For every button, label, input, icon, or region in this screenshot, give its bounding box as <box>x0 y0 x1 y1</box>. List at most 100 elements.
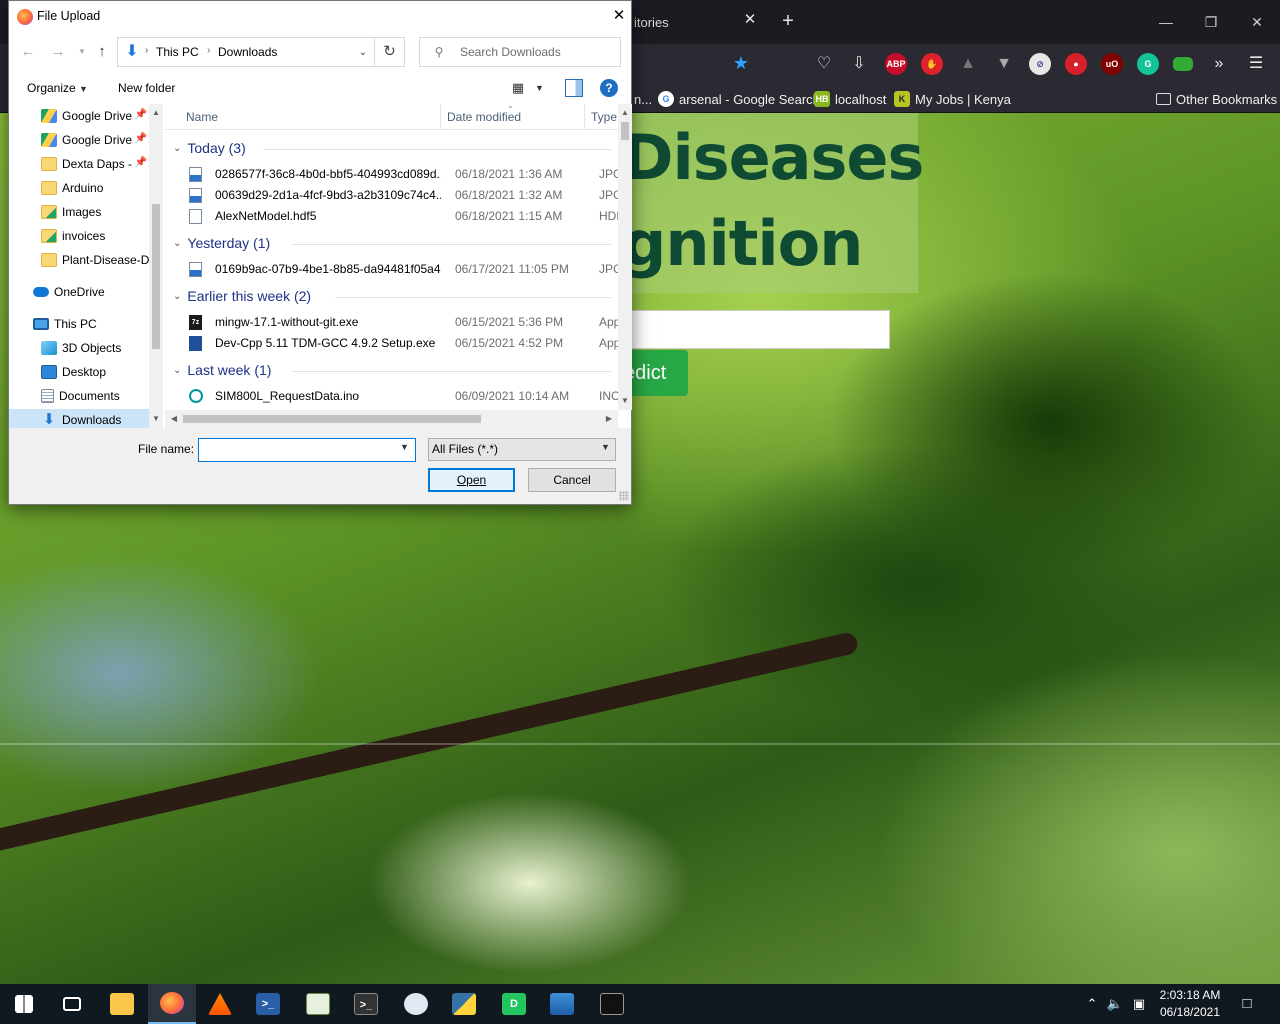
minimize-icon[interactable]: — <box>1152 8 1180 36</box>
chevron-down-icon[interactable]: ▼ <box>400 442 409 452</box>
nav-scrollbar[interactable]: ▲ ▼ <box>149 104 163 428</box>
address-bar[interactable]: ⬇ › This PC › Downloads ⌄ <box>117 37 375 67</box>
scroll-up-icon[interactable]: ▲ <box>618 106 632 120</box>
file-list-horizontal-scrollbar[interactable]: ◀ ▶ <box>165 410 618 428</box>
tray-overflow-icon[interactable]: ⌃ <box>1082 994 1102 1014</box>
extension-icon[interactable]: ▲ <box>957 53 979 75</box>
forward-arrow-icon[interactable]: → <box>47 41 69 63</box>
breadcrumb-downloads[interactable]: Downloads <box>218 45 277 59</box>
taskbar-firefox[interactable] <box>148 984 196 1024</box>
scroll-down-icon[interactable]: ▼ <box>618 394 632 408</box>
group-header-earlier-this-week[interactable]: ⌄ Earlier this week (2) <box>173 286 311 306</box>
network-icon[interactable]: ▣ <box>1129 994 1149 1014</box>
nav-scroll-thumb[interactable] <box>152 204 160 349</box>
tab-close-icon[interactable]: ✕ <box>740 10 760 30</box>
more-tools-icon[interactable]: » <box>1208 53 1230 75</box>
file-row[interactable]: 00639d29-2d1a-4fcf-9bd3-a2b3109c74c4... 0… <box>187 185 618 206</box>
nav-item-invoices[interactable]: invoices <box>9 225 149 247</box>
volume-icon[interactable]: 🔈 <box>1105 994 1125 1014</box>
vertical-scroll-thumb[interactable] <box>621 122 629 140</box>
group-header-today[interactable]: ⌄ Today (3) <box>173 138 246 158</box>
column-type[interactable]: Type <box>591 110 617 124</box>
taskbar-notepad[interactable] <box>294 984 342 1024</box>
scroll-down-icon[interactable]: ▼ <box>149 412 163 426</box>
taskbar-photos[interactable] <box>538 984 586 1024</box>
bookmark-localhost[interactable]: HB localhost <box>814 89 886 109</box>
nav-item-google-drive-2[interactable]: Google Drive 📌 <box>9 129 149 151</box>
file-row[interactable]: SIM800L_RequestData.ino 06/09/2021 10:14 … <box>187 386 618 407</box>
system-clock[interactable]: 2:03:18 AM 06/18/2021 <box>1150 987 1230 1021</box>
taskbar-vlc[interactable] <box>196 984 244 1024</box>
bookmark-partial[interactable]: n... <box>634 89 652 109</box>
taskbar-python[interactable] <box>440 984 488 1024</box>
new-folder-button[interactable]: New folder <box>118 81 175 95</box>
chevron-down-icon[interactable]: ▼ <box>535 79 547 97</box>
back-arrow-icon[interactable]: ← <box>17 41 39 63</box>
task-view-button[interactable] <box>48 984 96 1024</box>
file-input[interactable] <box>622 310 890 349</box>
column-divider[interactable] <box>440 104 441 130</box>
file-row[interactable]: 0169b9ac-07b9-4be1-8b85-da94481f05a4... 0… <box>187 259 618 280</box>
scroll-right-icon[interactable]: ▶ <box>602 412 616 426</box>
menu-icon[interactable]: ☰ <box>1245 53 1267 75</box>
nav-item-plant-disease[interactable]: Plant-Disease-De <box>9 249 149 271</box>
taskbar-file-explorer[interactable] <box>98 984 146 1024</box>
scroll-up-icon[interactable]: ▲ <box>149 106 163 120</box>
block-icon[interactable]: ⊘ <box>1029 53 1051 75</box>
bookmark-my-jobs[interactable]: K My Jobs | Kenya <box>894 89 1011 109</box>
taskbar-datagrip[interactable]: D <box>490 984 538 1024</box>
nav-item-onedrive[interactable]: OneDrive <box>9 281 149 303</box>
nav-item-3d-objects[interactable]: 3D Objects <box>9 337 149 359</box>
horizontal-scroll-thumb[interactable] <box>183 415 481 423</box>
preview-pane-icon[interactable] <box>565 79 583 97</box>
cancel-button[interactable]: Cancel <box>528 468 616 492</box>
search-input[interactable]: ⚲ Search Downloads <box>419 37 621 67</box>
nav-item-dexta-daps[interactable]: Dexta Daps - 📌 <box>9 153 149 175</box>
recent-locations-icon[interactable]: ▼ <box>71 41 93 63</box>
close-window-icon[interactable]: ✕ <box>1243 8 1271 36</box>
file-row[interactable]: Dev-Cpp 5.11 TDM-GCC 4.9.2 Setup.exe 06/1… <box>187 333 618 354</box>
nav-item-desktop[interactable]: Desktop <box>9 361 149 383</box>
organize-button[interactable]: Organize <box>27 81 76 95</box>
up-arrow-icon[interactable]: ↑ <box>91 41 113 63</box>
other-bookmarks[interactable]: Other Bookmarks <box>1156 89 1277 109</box>
chevron-down-icon[interactable]: ▼ <box>79 81 88 97</box>
shield-icon[interactable]: ▼ <box>993 53 1015 75</box>
file-list-vertical-scrollbar[interactable]: ▲ ▼ <box>618 104 632 410</box>
lock-icon[interactable]: ● <box>1065 53 1087 75</box>
nav-item-google-drive[interactable]: Google Drive 📌 <box>9 105 149 127</box>
notifications-icon[interactable]: □ <box>1237 994 1257 1014</box>
column-divider[interactable] <box>584 104 585 130</box>
scroll-left-icon[interactable]: ◀ <box>167 412 181 426</box>
bookmark-star-icon[interactable]: ★ <box>731 53 751 73</box>
ublock-icon[interactable]: uO <box>1101 53 1123 75</box>
file-row[interactable]: 0286577f-36c8-4b0d-bbf5-404993cd089d... 0… <box>187 164 618 185</box>
file-name-field[interactable] <box>198 438 416 462</box>
taskbar-cmd[interactable] <box>588 984 636 1024</box>
toggle-extension-icon[interactable] <box>1173 57 1193 71</box>
chevron-down-icon[interactable]: ▼ <box>601 442 610 452</box>
grammarly-icon[interactable]: G <box>1137 53 1159 75</box>
taskbar-powershell[interactable]: >_ <box>244 984 292 1024</box>
downloads-icon[interactable]: ⇩ <box>848 53 870 75</box>
stop-hand-icon[interactable]: ✋ <box>921 53 943 75</box>
group-header-yesterday[interactable]: ⌄ Yesterday (1) <box>173 233 270 253</box>
group-header-last-week[interactable]: ⌄ Last week (1) <box>173 360 271 380</box>
file-row[interactable]: 7z mingw-17.1-without-git.exe 06/15/2021 5… <box>187 312 618 333</box>
nav-item-images[interactable]: Images <box>9 201 149 223</box>
restore-icon[interactable]: ❐ <box>1197 8 1225 36</box>
refresh-icon[interactable]: ↻ <box>375 37 405 67</box>
file-row[interactable]: AlexNetModel.hdf5 06/18/2021 1:15 AM HDF5 <box>187 206 618 227</box>
nav-item-arduino[interactable]: Arduino <box>9 177 149 199</box>
column-date-modified[interactable]: Date modified <box>447 110 521 124</box>
pocket-icon[interactable]: ♡ <box>813 53 835 75</box>
open-button[interactable]: Open <box>428 468 515 492</box>
view-options-icon[interactable]: ▦ <box>509 79 527 97</box>
chevron-down-icon[interactable]: ⌄ <box>355 45 371 61</box>
new-tab-button[interactable]: + <box>777 10 799 32</box>
abp-icon[interactable]: ABP <box>885 53 907 75</box>
bookmark-arsenal[interactable]: Garsenal - Google Search <box>658 89 820 109</box>
nav-item-downloads[interactable]: ⬇ Downloads <box>9 409 149 428</box>
resize-grip-icon[interactable] <box>619 491 629 501</box>
close-icon[interactable]: ✕ <box>607 5 631 27</box>
